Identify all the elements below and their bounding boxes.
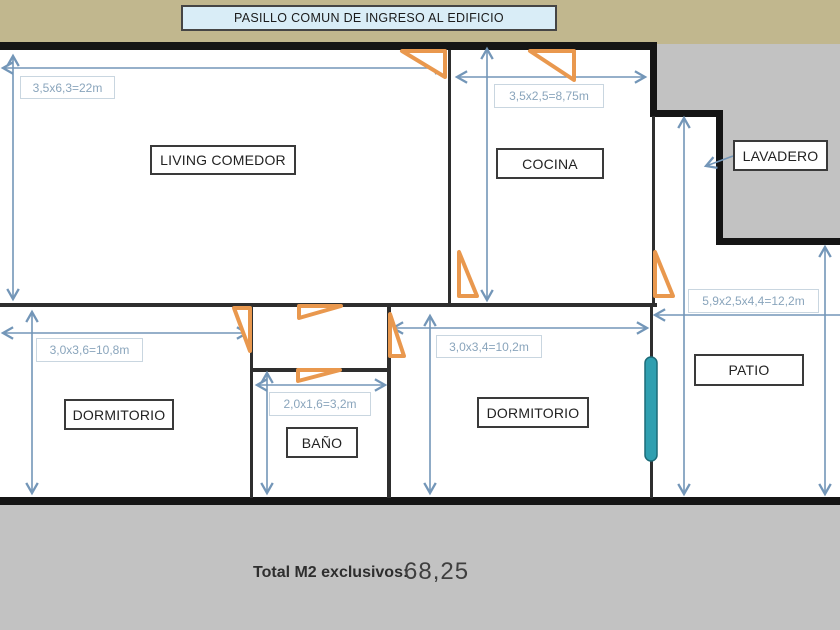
room-label-lavadero: LAVADERO — [733, 140, 828, 171]
room-text-living: LIVING COMEDOR — [160, 152, 286, 168]
door-swing-icon-dormitorio2 — [388, 312, 406, 358]
sliding-door-patio — [644, 356, 658, 462]
door-swing-icon-bano — [296, 368, 342, 383]
dim-label-cocina: 3,5x2,5=8,75m — [494, 84, 604, 108]
wall-cocina-right — [650, 42, 657, 116]
floor-plan-canvas: PASILLO COMUN DE INGRESO AL EDIFICIO 3,5… — [0, 0, 840, 630]
room-text-lavadero: LAVADERO — [742, 147, 819, 164]
dim-text-dormitorio1: 3,0x3,6=10,8m — [49, 343, 130, 357]
door-swing-icon-dormitorio1 — [232, 306, 252, 353]
wall-lavadero-step-right — [716, 110, 723, 245]
wall-patio-top — [716, 238, 840, 245]
room-text-patio: PATIO — [728, 362, 770, 378]
dim-text-living: 3,5x6,3=22m — [32, 80, 103, 95]
dim-text-bano: 2,0x1,6=3,2m — [283, 397, 357, 411]
door-swing-icon-lavadero — [653, 250, 675, 298]
room-text-cocina: COCINA — [522, 155, 578, 172]
wall-top — [0, 42, 657, 50]
dim-label-dormitorio1: 3,0x3,6=10,8m — [36, 338, 143, 362]
dim-label-living: 3,5x6,3=22m — [20, 76, 115, 99]
plan-drawing-layer — [0, 42, 840, 505]
door-swing-icon-entry-living — [400, 49, 447, 79]
room-label-bano: BAÑO — [286, 427, 358, 458]
dim-label-dormitorio2: 3,0x3,4=10,2m — [436, 335, 542, 358]
room-label-dormitorio2: DORMITORIO — [477, 397, 589, 428]
wall-bottom — [0, 497, 840, 505]
room-label-living: LIVING COMEDOR — [150, 145, 296, 175]
dim-label-bano: 2,0x1,6=3,2m — [269, 392, 371, 416]
total-m2-label: Total M2 exclusivos: — [253, 564, 409, 581]
dim-text-cocina: 3,5x2,5=8,75m — [509, 89, 589, 103]
total-m2-value: 68,25 — [404, 558, 470, 585]
door-swing-icon-entry-cocina — [528, 49, 576, 82]
exterior-walls — [0, 42, 840, 505]
room-label-cocina: COCINA — [496, 148, 604, 179]
door-swing-icon-hall — [297, 304, 343, 320]
door-swing-icon-cocina — [457, 250, 479, 298]
room-text-dormitorio1: DORMITORIO — [72, 406, 166, 423]
wall-living-cocina — [448, 50, 451, 304]
wall-lavadero-step-top — [650, 110, 723, 117]
dim-text-patio: 5,9x2,5x4,4=12,2m — [702, 294, 805, 308]
room-label-patio: PATIO — [694, 354, 804, 386]
dim-text-dormitorio2: 3,0x3,4=10,2m — [449, 339, 529, 354]
room-text-dormitorio2: DORMITORIO — [486, 404, 580, 421]
door-swings — [232, 49, 675, 383]
room-text-bano: BAÑO — [301, 434, 343, 451]
room-label-dormitorio1: DORMITORIO — [64, 399, 174, 430]
dim-label-patio: 5,9x2,5x4,4=12,2m — [688, 289, 819, 313]
